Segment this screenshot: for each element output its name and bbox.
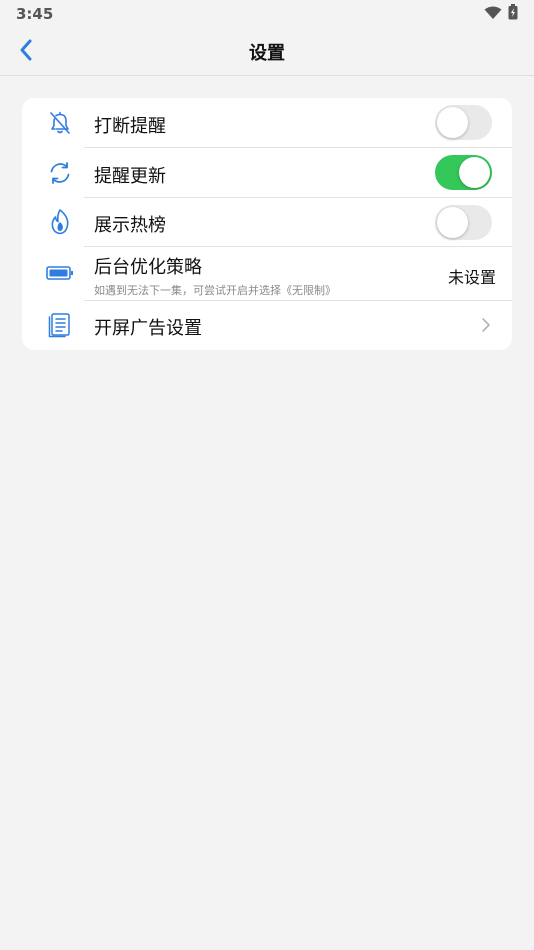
page-title: 设置 (249, 43, 285, 64)
battery-icon (46, 259, 74, 287)
settings-card: 打断提醒 提醒更新 展示热榜 后台优化策略 如遇到无法下一集，可尝试开启并选择《… (22, 98, 512, 350)
update-reminder-toggle[interactable] (435, 155, 492, 190)
setting-row-interrupt-reminder: 打断提醒 (22, 98, 512, 148)
wifi-icon (484, 5, 502, 24)
hot-list-toggle[interactable] (435, 205, 492, 240)
hot-list-label: 展示热榜 (94, 215, 166, 236)
setting-row-background-optimization[interactable]: 后台优化策略 如遇到无法下一集，可尝试开启并选择《无限制》 未设置 (22, 247, 512, 301)
splash-ad-label: 开屏广告设置 (94, 318, 202, 339)
battery-charging-icon (508, 4, 518, 24)
toggle-knob (437, 207, 468, 238)
setting-row-splash-ad[interactable]: 开屏广告设置 (22, 301, 512, 350)
interrupt-reminder-label: 打断提醒 (94, 116, 166, 137)
chevron-right-icon (480, 317, 492, 333)
nav-bar: 设置 (0, 28, 534, 76)
status-bar: 3:45 (0, 0, 534, 28)
refresh-icon (46, 159, 74, 187)
toggle-knob (437, 107, 468, 138)
update-reminder-label: 提醒更新 (94, 166, 166, 187)
background-optimization-label: 后台优化策略 (94, 257, 202, 278)
document-icon (46, 311, 74, 339)
background-optimization-subtext: 如遇到无法下一集，可尝试开启并选择《无限制》 (94, 284, 336, 297)
status-icons (484, 4, 518, 24)
toggle-knob (459, 157, 490, 188)
setting-row-hot-list: 展示热榜 (22, 198, 512, 247)
interrupt-reminder-toggle[interactable] (435, 105, 492, 140)
bell-off-icon (46, 109, 74, 137)
background-optimization-value: 未设置 (447, 268, 496, 287)
flame-icon (46, 208, 74, 236)
setting-row-update-reminder: 提醒更新 (22, 148, 512, 198)
status-time: 3:45 (16, 5, 54, 23)
